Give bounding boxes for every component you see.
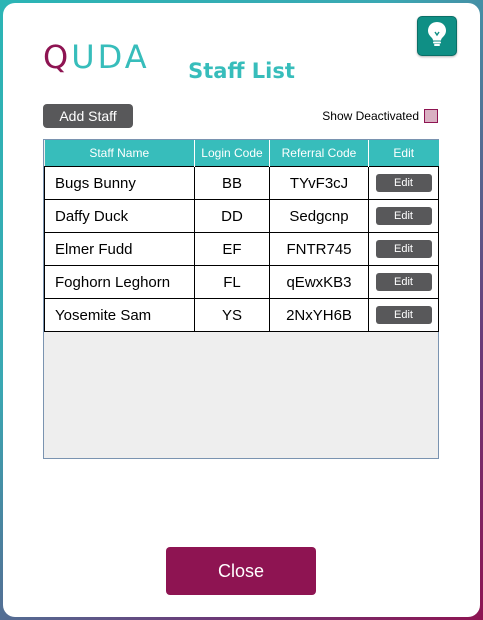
edit-button[interactable]: Edit [375, 240, 432, 259]
edit-button[interactable]: Edit [375, 207, 432, 226]
table-row[interactable]: Bugs Bunny BB TYvF3cJ Edit [44, 166, 439, 200]
add-staff-button[interactable]: Add Staff [43, 104, 133, 128]
lightbulb-icon [426, 21, 448, 51]
close-button[interactable]: Close [166, 547, 316, 595]
referral-code-cell: TYvF3cJ [269, 166, 369, 200]
edit-cell: Edit [368, 265, 439, 299]
column-header-staff-name[interactable]: Staff Name [44, 140, 195, 167]
column-header-referral-code[interactable]: Referral Code [269, 140, 369, 167]
edit-button[interactable]: Edit [375, 306, 432, 325]
staff-name-cell: Foghorn Leghorn [44, 265, 195, 299]
staff-table-container: Staff Name Login Code Referral Code Edit… [43, 139, 439, 459]
staff-table: Staff Name Login Code Referral Code Edit… [44, 140, 439, 332]
login-code-cell: DD [194, 199, 270, 233]
show-deactivated-toggle: Show Deactivated [322, 109, 438, 123]
page-title-container: Staff List [3, 59, 480, 83]
table-row[interactable]: Foghorn Leghorn FL qEwxKB3 Edit [44, 265, 439, 299]
referral-code-cell: Sedgcnp [269, 199, 369, 233]
column-header-edit: Edit [368, 140, 439, 167]
login-code-cell: YS [194, 298, 270, 332]
login-code-cell: BB [194, 166, 270, 200]
edit-button[interactable]: Edit [375, 273, 432, 292]
table-row[interactable]: Elmer Fudd EF FNTR745 Edit [44, 232, 439, 266]
show-deactivated-label: Show Deactivated [322, 109, 419, 123]
column-header-login-code[interactable]: Login Code [194, 140, 270, 167]
edit-cell: Edit [368, 199, 439, 233]
table-header-row: Staff Name Login Code Referral Code Edit [44, 140, 439, 167]
help-button[interactable] [417, 16, 457, 56]
table-row[interactable]: Daffy Duck DD Sedgcnp Edit [44, 199, 439, 233]
edit-cell: Edit [368, 166, 439, 200]
login-code-cell: FL [194, 265, 270, 299]
show-deactivated-checkbox[interactable] [424, 109, 438, 123]
staff-name-cell: Bugs Bunny [44, 166, 195, 200]
page-title: Staff List [188, 59, 295, 83]
staff-name-cell: Elmer Fudd [44, 232, 195, 266]
staff-list-dialog: QUDA Staff List Add Staff Show Deactivat… [3, 3, 480, 617]
edit-button[interactable]: Edit [375, 174, 432, 193]
referral-code-cell: FNTR745 [269, 232, 369, 266]
login-code-cell: EF [194, 232, 270, 266]
table-row[interactable]: Yosemite Sam YS 2NxYH6B Edit [44, 298, 439, 332]
referral-code-cell: qEwxKB3 [269, 265, 369, 299]
staff-name-cell: Yosemite Sam [44, 298, 195, 332]
referral-code-cell: 2NxYH6B [269, 298, 369, 332]
staff-name-cell: Daffy Duck [44, 199, 195, 233]
edit-cell: Edit [368, 232, 439, 266]
edit-cell: Edit [368, 298, 439, 332]
